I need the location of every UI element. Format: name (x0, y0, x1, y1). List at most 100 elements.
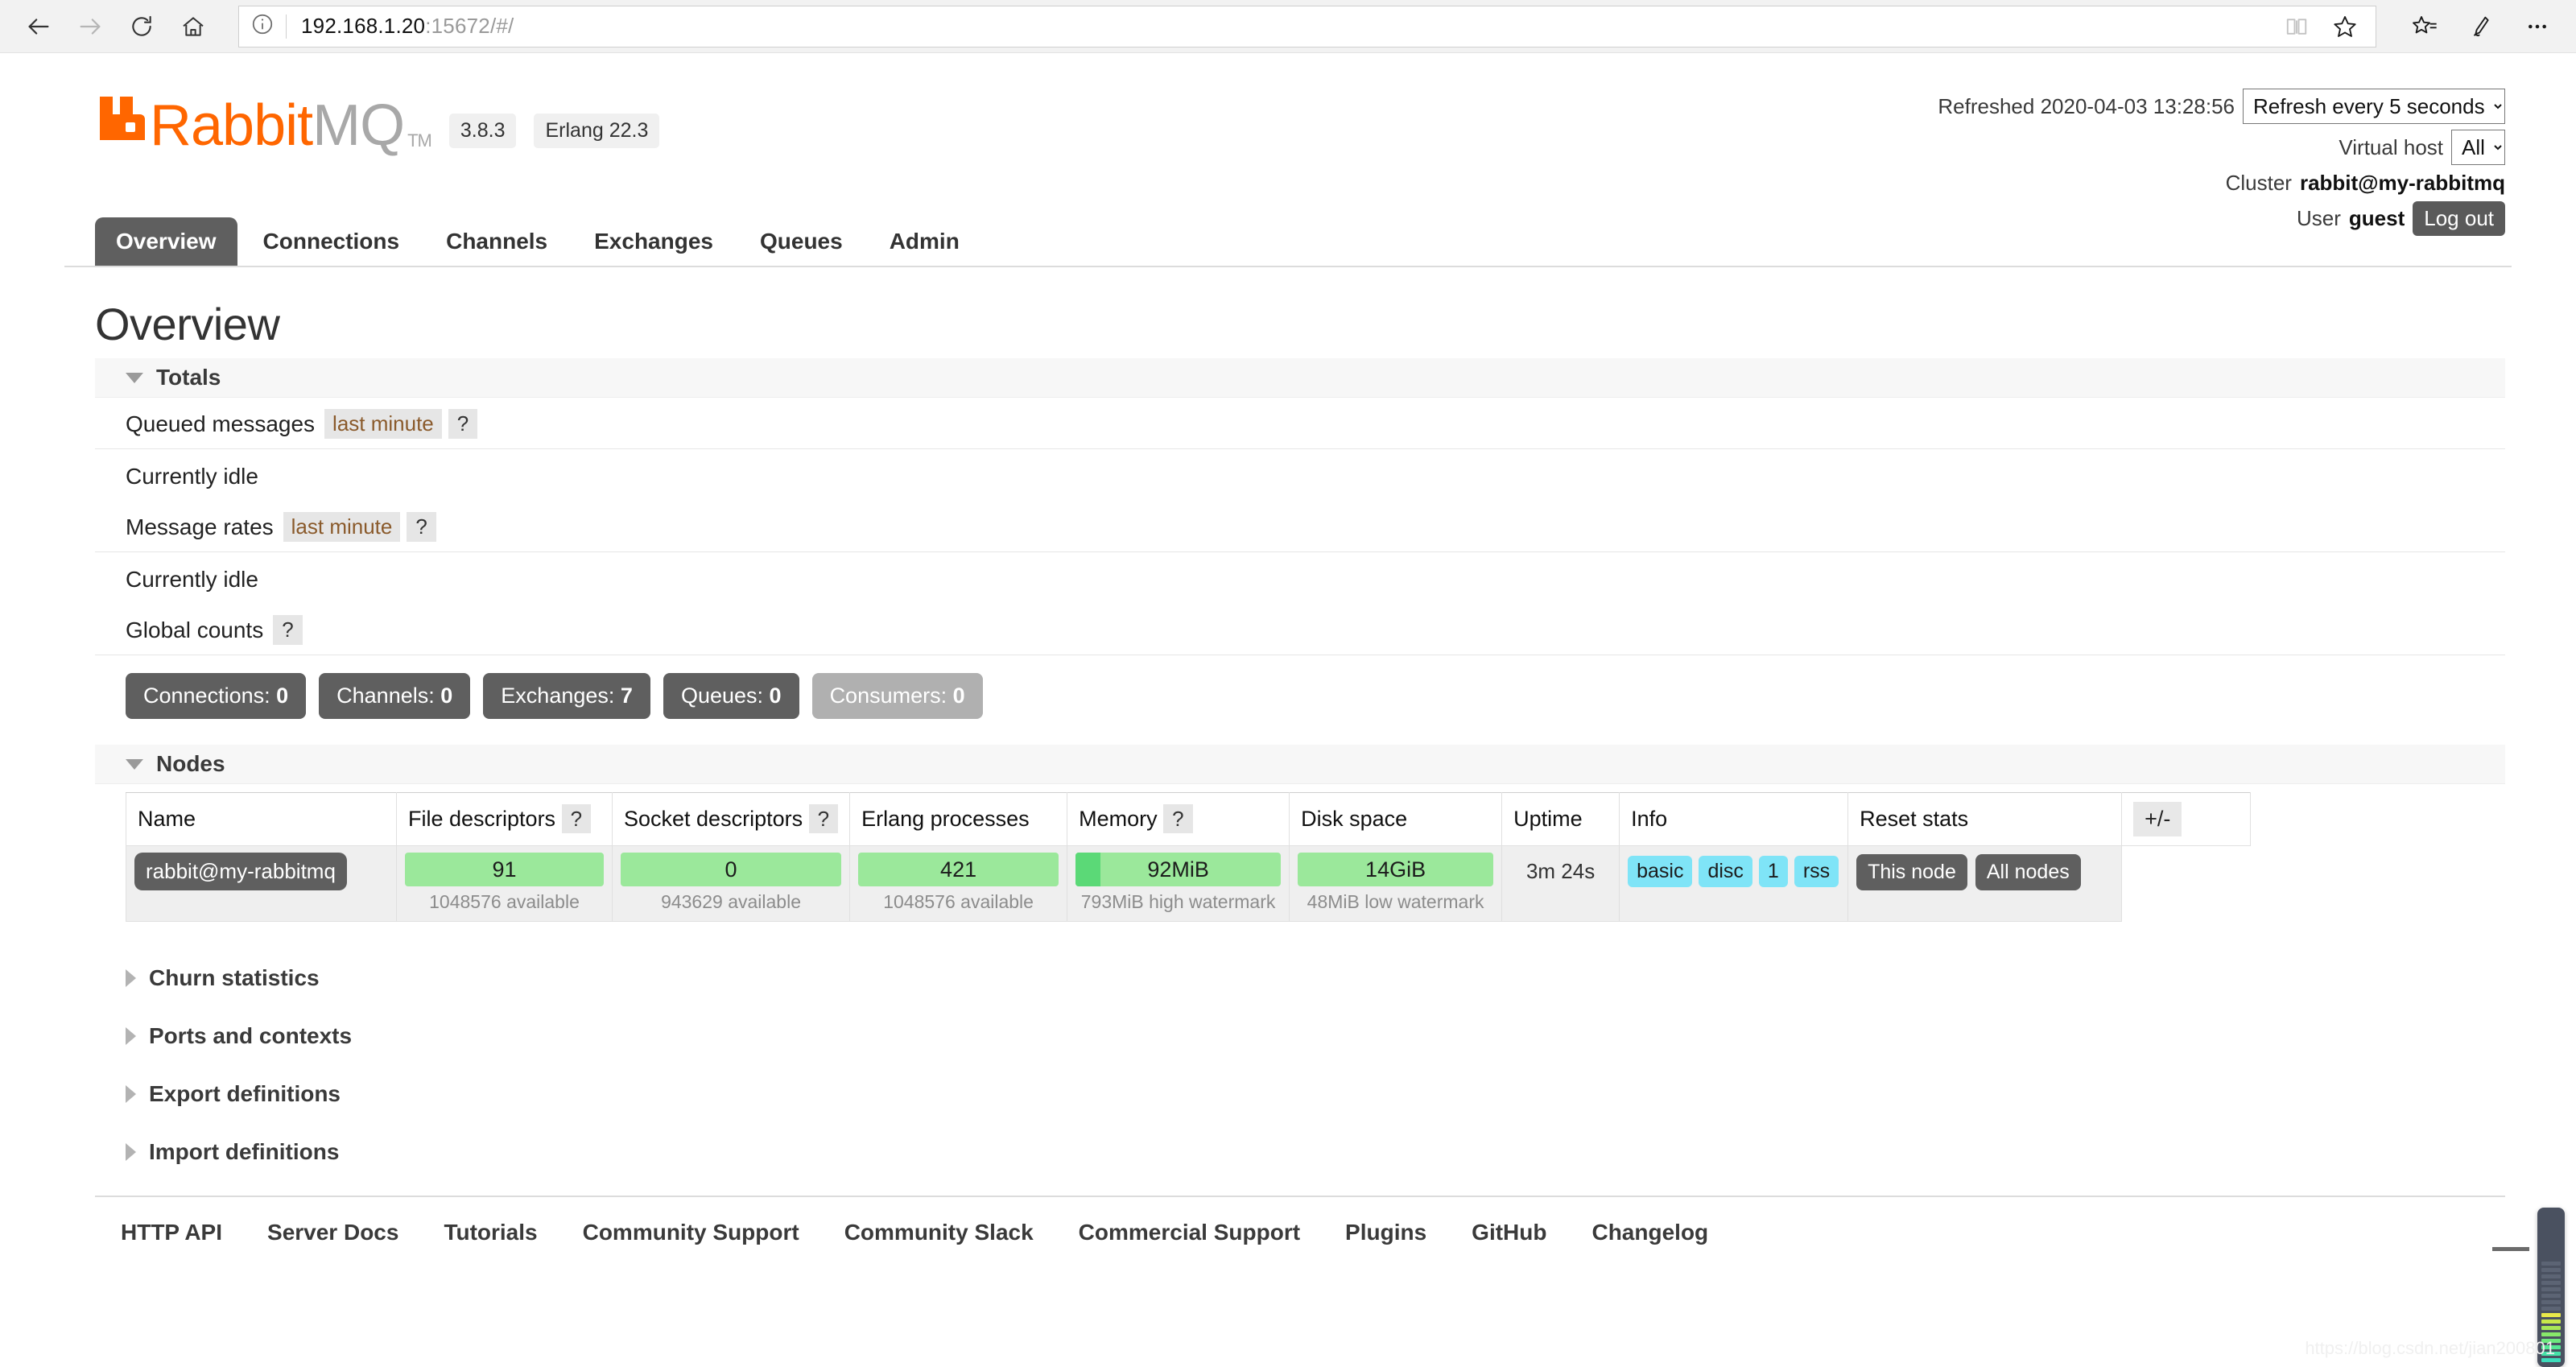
more-options-icon[interactable] (2512, 6, 2563, 47)
col-file-descriptors[interactable]: File descriptors ? (397, 793, 613, 846)
cluster-label: Cluster (2226, 171, 2292, 196)
col-socket-descriptors[interactable]: Socket descriptors ? (613, 793, 850, 846)
footer-link-community-slack[interactable]: Community Slack (844, 1220, 1034, 1245)
pen-icon[interactable] (2455, 6, 2507, 47)
tab-queues[interactable]: Queues (739, 217, 864, 266)
cluster-row: Cluster rabbit@my-rabbitmq (1938, 171, 2505, 196)
logout-button[interactable]: Log out (2413, 201, 2505, 236)
queued-messages-help-icon[interactable]: ? (448, 409, 477, 439)
footer-link-server-docs[interactable]: Server Docs (267, 1220, 398, 1245)
watermark-text: https://blog.csdn.net/jian200801 (2305, 1338, 2555, 1359)
col-disk-space[interactable]: Disk space (1290, 793, 1502, 846)
tab-admin[interactable]: Admin (869, 217, 980, 266)
vhost-select[interactable]: All (2451, 130, 2505, 165)
section-export-definitions[interactable]: Export definitions (95, 1065, 2512, 1123)
erlang-processes-bar: 421 (858, 853, 1059, 886)
col-info[interactable]: Info (1620, 793, 1848, 846)
footer-link-plugins[interactable]: Plugins (1345, 1220, 1426, 1245)
logo-text-rabbit: Rabbit (150, 97, 312, 155)
info-badge-rss[interactable]: rss (1794, 856, 1839, 887)
section-churn-statistics[interactable]: Churn statistics (95, 949, 2512, 1007)
back-arrow-icon[interactable] (13, 6, 64, 47)
user-row: User guest Log out (1938, 201, 2505, 236)
home-icon[interactable] (167, 6, 219, 47)
col-toggle: +/- (2122, 793, 2251, 846)
file-descriptors-help-icon[interactable]: ? (562, 804, 591, 833)
footer-link-community-support[interactable]: Community Support (583, 1220, 799, 1245)
count-exchanges-button[interactable]: Exchanges: 7 (483, 673, 650, 719)
socket-descriptors-help-icon[interactable]: ? (809, 804, 838, 833)
refresh-interval-select[interactable]: Refresh every 5 seconds (2243, 89, 2505, 124)
file-descriptors-bar: 91 (405, 853, 604, 886)
tab-channels[interactable]: Channels (425, 217, 568, 266)
site-info-icon[interactable] (250, 12, 275, 40)
queued-messages-period-badge[interactable]: last minute (324, 409, 442, 439)
totals-section-header[interactable]: Totals (95, 358, 2505, 398)
tab-connections[interactable]: Connections (242, 217, 421, 266)
cell-uptime: 3m 24s (1502, 846, 1620, 922)
memory-help-icon[interactable]: ? (1163, 804, 1192, 833)
star-icon[interactable] (2322, 7, 2368, 46)
chevron-down-icon (126, 373, 143, 383)
footer-link-tutorials[interactable]: Tutorials (444, 1220, 537, 1245)
table-row: rabbit@my-rabbitmq 91 1048576 available (126, 846, 2251, 922)
memory-bar-fill (1075, 853, 1100, 886)
footer-link-commercial-support[interactable]: Commercial Support (1079, 1220, 1300, 1245)
section-import-definitions[interactable]: Import definitions (95, 1123, 2512, 1181)
col-name[interactable]: Name (126, 793, 397, 846)
version-badge: 3.8.3 (449, 114, 517, 148)
footer-link-http-api[interactable]: HTTP API (121, 1220, 222, 1245)
global-counts-label: Global counts (126, 617, 263, 643)
count-channels-button[interactable]: Channels: 0 (319, 673, 470, 719)
rabbitmq-logo[interactable]: RabbitMQTM (95, 92, 431, 155)
address-bar[interactable]: 192.168.1.20:15672/#/ (238, 6, 2376, 47)
info-badge-disc[interactable]: disc (1699, 856, 1752, 887)
info-badge-basic[interactable]: basic (1628, 856, 1692, 887)
memory-bar: 92MiB (1075, 853, 1281, 886)
forward-arrow-icon[interactable] (64, 6, 116, 47)
socket-descriptors-sub: 943629 available (621, 886, 841, 913)
col-reset-stats[interactable]: Reset stats (1848, 793, 2122, 846)
count-connections-button[interactable]: Connections: 0 (126, 673, 306, 719)
disk-space-bar: 14GiB (1298, 853, 1493, 886)
footer-link-github[interactable]: GitHub (1472, 1220, 1546, 1245)
col-memory[interactable]: Memory ? (1067, 793, 1290, 846)
tab-overview[interactable]: Overview (95, 217, 237, 266)
reset-stats-group: This node All nodes (1856, 853, 2113, 890)
reading-view-icon[interactable] (2274, 7, 2319, 46)
col-uptime[interactable]: Uptime (1502, 793, 1620, 846)
cell-socket-descriptors: 0 943629 available (613, 846, 850, 922)
nodes-section-header[interactable]: Nodes (95, 745, 2505, 784)
collapsed-sections: Churn statistics Ports and contexts Expo… (64, 922, 2512, 1181)
favorites-list-icon[interactable] (2399, 6, 2450, 47)
global-counts-row: Global counts ? (95, 604, 2505, 655)
node-name-link[interactable]: rabbit@my-rabbitmq (134, 853, 347, 890)
cell-info: basic disc 1 rss (1620, 846, 1848, 922)
logo-trademark: TM (407, 132, 431, 150)
footer-link-changelog[interactable]: Changelog (1591, 1220, 1708, 1245)
section-ports-and-contexts[interactable]: Ports and contexts (95, 1007, 2512, 1065)
count-queues-label: Queues: (681, 684, 763, 708)
user-name: guest (2349, 206, 2405, 231)
scroll-indicator[interactable] (2492, 1247, 2529, 1251)
message-rates-period-badge[interactable]: last minute (283, 512, 401, 542)
import-definitions-label: Import definitions (149, 1139, 339, 1165)
reset-this-node-button[interactable]: This node (1856, 854, 1967, 890)
count-consumers-label: Consumers: (830, 684, 947, 708)
message-rates-help-icon[interactable]: ? (407, 512, 436, 542)
reload-icon[interactable] (116, 6, 167, 47)
col-erlang-processes[interactable]: Erlang processes (850, 793, 1067, 846)
count-queues-button[interactable]: Queues: 0 (663, 673, 799, 719)
browser-actions (2399, 6, 2563, 47)
info-badge-count[interactable]: 1 (1759, 856, 1788, 887)
column-toggle-button[interactable]: +/- (2133, 802, 2182, 836)
chevron-down-icon (126, 759, 143, 770)
vhost-label: Virtual host (2339, 135, 2443, 160)
queued-messages-idle: Currently idle (95, 449, 2505, 501)
reset-all-nodes-button[interactable]: All nodes (1975, 854, 2081, 890)
global-counts-help-icon[interactable]: ? (273, 615, 302, 645)
tab-exchanges[interactable]: Exchanges (573, 217, 734, 266)
footer-links: HTTP API Server Docs Tutorials Community… (64, 1197, 2512, 1245)
browser-toolbar: 192.168.1.20:15672/#/ (0, 0, 2576, 53)
socket-descriptors-bar: 0 (621, 853, 841, 886)
